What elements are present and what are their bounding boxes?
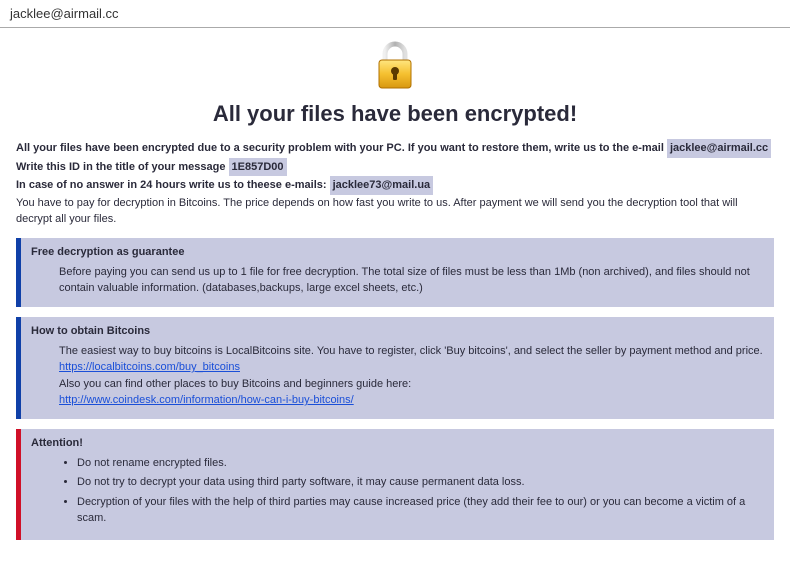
section-title: Free decryption as guarantee bbox=[31, 246, 764, 258]
lock-icon bbox=[371, 40, 419, 92]
attention-list: Do not rename encrypted files. Do not tr… bbox=[59, 455, 764, 527]
section-free-decryption: Free decryption as guarantee Before payi… bbox=[16, 238, 774, 307]
message-id: 1E857D00 bbox=[229, 158, 287, 177]
bitcoins-text-1: The easiest way to buy bitcoins is Local… bbox=[59, 343, 764, 360]
list-item: Do not try to decrypt your data using th… bbox=[77, 474, 764, 491]
window-title: jacklee@airmail.cc bbox=[0, 0, 790, 28]
content-area: All your files have been encrypted! All … bbox=[0, 28, 790, 558]
section-title: Attention! bbox=[31, 437, 764, 449]
intro-line3: In case of no answer in 24 hours write u… bbox=[16, 179, 330, 191]
page-title: All your files have been encrypted! bbox=[16, 101, 774, 127]
intro-line2: Write this ID in the title of your messa… bbox=[16, 161, 229, 173]
section-attention: Attention! Do not rename encrypted files… bbox=[16, 429, 774, 540]
section-body: Before paying you can send us up to 1 fi… bbox=[31, 264, 764, 297]
section-bitcoins: How to obtain Bitcoins The easiest way t… bbox=[16, 317, 774, 419]
bitcoins-text-2: Also you can find other places to buy Bi… bbox=[59, 376, 764, 393]
section-title: How to obtain Bitcoins bbox=[31, 325, 764, 337]
list-item: Do not rename encrypted files. bbox=[77, 455, 764, 472]
intro-line1: All your files have been encrypted due t… bbox=[16, 142, 667, 154]
intro-text: All your files have been encrypted due t… bbox=[16, 139, 774, 228]
section-body: Do not rename encrypted files. Do not tr… bbox=[31, 455, 764, 527]
contact-email-1: jacklee@airmail.cc bbox=[667, 139, 771, 158]
link-coindesk[interactable]: http://www.coindesk.com/information/how-… bbox=[59, 394, 354, 406]
intro-line4: You have to pay for decryption in Bitcoi… bbox=[16, 195, 774, 228]
list-item: Decryption of your files with the help o… bbox=[77, 494, 764, 527]
link-localbitcoins[interactable]: https://localbitcoins.com/buy_bitcoins bbox=[59, 361, 240, 373]
contact-email-2: jacklee73@mail.ua bbox=[330, 176, 434, 195]
section-body: The easiest way to buy bitcoins is Local… bbox=[31, 343, 764, 409]
lock-icon-wrap bbox=[16, 40, 774, 97]
